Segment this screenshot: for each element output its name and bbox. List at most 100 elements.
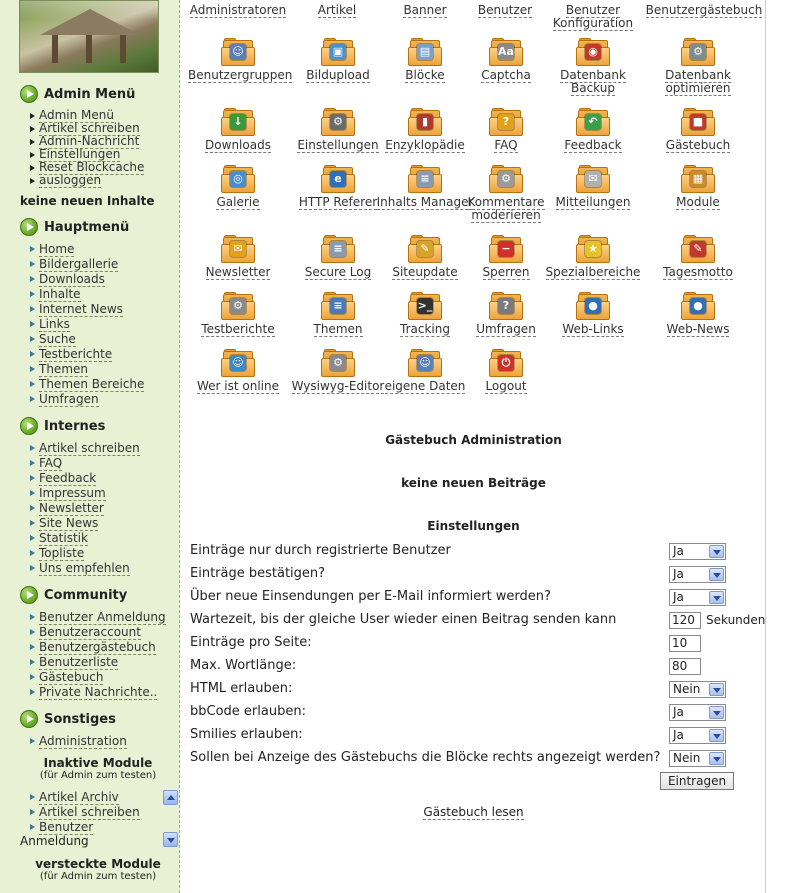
admin-link-administrators[interactable]: Administratoren bbox=[183, 3, 293, 18]
admin-link-user-guestbook[interactable]: Benutzergästebuch bbox=[644, 3, 764, 18]
sidebar-item-feedback[interactable]: Feedback bbox=[30, 471, 140, 486]
sidebar-item-search[interactable]: Suche bbox=[30, 332, 144, 347]
admin-icon-http-referer[interactable]: e HTTP Referer bbox=[288, 165, 388, 210]
setting-label: bbCode erlauben: bbox=[190, 704, 306, 719]
admin-link-user-configuration[interactable]: Benutzer Konfiguration bbox=[538, 3, 648, 31]
setting-select-value: Nein bbox=[673, 682, 701, 696]
setting-select[interactable]: Ja bbox=[669, 727, 726, 744]
setting-select[interactable]: Nein bbox=[669, 681, 726, 698]
admin-icon-special-areas[interactable]: ★ Spezialbereiche bbox=[543, 235, 643, 280]
admin-icon-newsletter[interactable]: ✉ Newsletter bbox=[188, 235, 288, 280]
sidebar-item-user-guestbook[interactable]: Benutzergästebuch bbox=[30, 640, 166, 655]
scroll-down-button[interactable] bbox=[163, 832, 178, 847]
admin-icon-wysiwyg-editor[interactable]: ⚙ Wysiwyg-Editor bbox=[288, 349, 388, 394]
sidebar-item-administration[interactable]: Administration bbox=[30, 734, 127, 749]
admin-icon-feedback[interactable]: ↶ Feedback bbox=[543, 108, 643, 153]
admin-icon-web-links[interactable]: ● Web-Links bbox=[543, 292, 643, 337]
admin-icon-guestbook[interactable]: ■ Gästebuch bbox=[648, 108, 748, 153]
folder-icon: ✎ bbox=[408, 235, 442, 263]
setting-input[interactable]: 10 bbox=[669, 635, 701, 652]
sidebar-item-topic-areas[interactable]: Themen Bereiche bbox=[30, 377, 145, 392]
admin-icon-label: Newsletter bbox=[205, 265, 271, 280]
sidebar-item-newsletter[interactable]: Newsletter bbox=[30, 501, 140, 516]
setting-select[interactable]: Ja bbox=[669, 704, 726, 721]
admin-icon-settings[interactable]: ⚙ Einstellungen bbox=[288, 108, 388, 153]
setting-input[interactable]: 120 bbox=[669, 612, 701, 629]
inactive-item-write-article[interactable]: Artikel schreiben bbox=[30, 805, 140, 820]
admin-icon-who-online[interactable]: ☺ Wer ist online bbox=[188, 349, 288, 394]
sidebar-item-user-list[interactable]: Benutzerliste bbox=[30, 655, 166, 670]
sidebar-item-internet-news[interactable]: Internet News bbox=[30, 302, 144, 317]
sidebar-item-user-registration[interactable]: Benutzer Anmeldung bbox=[30, 610, 166, 625]
setting-select[interactable]: Ja bbox=[669, 589, 726, 606]
sidebar-item-imprint[interactable]: Impressum bbox=[30, 486, 140, 501]
admin-icon-database-optimize[interactable]: ⚙ Datenbank optimieren bbox=[648, 38, 748, 96]
green-arrow-icon bbox=[20, 218, 38, 236]
admin-icon-gallery[interactable]: ◎ Galerie bbox=[188, 165, 288, 210]
sidebar-item-downloads[interactable]: Downloads bbox=[30, 272, 144, 287]
sidebar-item-toplist[interactable]: Topliste bbox=[30, 546, 140, 561]
chevron-down-icon[interactable] bbox=[709, 752, 724, 765]
chevron-down-icon[interactable] bbox=[709, 591, 724, 604]
sidebar-item-write-article-2[interactable]: Artikel schreiben bbox=[30, 441, 140, 456]
admin-icon-daily-motto[interactable]: ✎ Tagesmotto bbox=[648, 235, 748, 280]
chevron-down-icon[interactable] bbox=[709, 568, 724, 581]
submit-button[interactable]: Eintragen bbox=[660, 772, 734, 790]
sidebar-item-home[interactable]: Home bbox=[30, 242, 144, 257]
setting-select[interactable]: Ja bbox=[669, 566, 726, 583]
sidebar-item-content[interactable]: Inhalte bbox=[30, 287, 144, 302]
site-photo bbox=[19, 0, 159, 73]
inactive-item-article-archive[interactable]: Artikel Archiv bbox=[30, 790, 140, 805]
admin-icon-users[interactable]: ☺ Benutzergruppen bbox=[188, 38, 293, 83]
admin-icon-block-user[interactable]: − Sperren bbox=[456, 235, 556, 280]
admin-icon-test-reports[interactable]: ⚙ Testberichte bbox=[188, 292, 288, 337]
chevron-down-icon[interactable] bbox=[709, 706, 724, 719]
sidebar-item-polls[interactable]: Umfragen bbox=[30, 392, 144, 407]
admin-icon-database-backup[interactable]: ◉ Datenbank Backup bbox=[543, 38, 643, 96]
chevron-down-icon[interactable] bbox=[709, 729, 724, 742]
sidebar-item-recommend[interactable]: Uns empfehlen bbox=[30, 561, 140, 576]
sidebar-item-links[interactable]: Links bbox=[30, 317, 144, 332]
users-icon: ☺ bbox=[230, 44, 246, 60]
admin-icon-logout[interactable]: ⏻ Logout bbox=[456, 349, 556, 394]
sidebar-item-user-account[interactable]: Benutzeraccount bbox=[30, 625, 166, 640]
sidebar-item-statistics[interactable]: Statistik bbox=[30, 531, 140, 546]
admin-icon-image-upload[interactable]: ▣ Bildupload bbox=[288, 38, 388, 83]
admin-icon-label: Sperren bbox=[482, 265, 530, 280]
admin-icon-polls[interactable]: ? Umfragen bbox=[456, 292, 556, 337]
inactive-modules-listbox[interactable]: Artikel Archiv Artikel schreiben Benutze… bbox=[20, 790, 178, 850]
chevron-down-icon[interactable] bbox=[709, 545, 724, 558]
inactive-item-user[interactable]: Benutzer bbox=[30, 820, 140, 835]
admin-icon-captcha[interactable]: Aa Captcha bbox=[456, 38, 556, 83]
admin-icon-topics[interactable]: ≡ Themen bbox=[288, 292, 388, 337]
admin-icon-label: Bildupload bbox=[306, 68, 370, 83]
sidebar-item-site-news[interactable]: Site News bbox=[30, 516, 140, 531]
folder-icon: ↓ bbox=[221, 108, 255, 136]
admin-icon-label: Datenbank optimieren bbox=[665, 68, 731, 96]
sidebar-item-faq[interactable]: FAQ bbox=[30, 456, 140, 471]
admin-icon-downloads[interactable]: ↓ Downloads bbox=[188, 108, 288, 153]
sidebar-item-test-reports[interactable]: Testberichte bbox=[30, 347, 144, 362]
sidebar-item-topics[interactable]: Themen bbox=[30, 362, 144, 377]
scroll-up-button[interactable] bbox=[163, 790, 178, 805]
sidebar-item-guestbook[interactable]: Gästebuch bbox=[30, 670, 166, 685]
admin-icon-comments[interactable]: ⚙ Kommentare moderieren bbox=[456, 165, 556, 223]
setting-select[interactable]: Nein bbox=[669, 750, 726, 767]
admin-icon-secure-log[interactable]: ≡ Secure Log bbox=[288, 235, 388, 280]
admin-icon-faq[interactable]: ? FAQ bbox=[456, 108, 556, 153]
admin-icon-web-news[interactable]: ● Web-News bbox=[648, 292, 748, 337]
right-border bbox=[765, 0, 785, 893]
admin-icon-label: FAQ bbox=[494, 138, 518, 153]
sidebar-item-private-messages[interactable]: Private Nachrichte.. bbox=[30, 685, 166, 700]
setting-select[interactable]: Ja bbox=[669, 543, 726, 560]
admin-icon-modules[interactable]: ▦ Module bbox=[648, 165, 748, 210]
admin-icon-label: eigene Daten bbox=[384, 379, 466, 394]
setting-label: Einträge bestätigen? bbox=[190, 566, 326, 581]
inactive-item-overflow-text: Anmeldung bbox=[20, 834, 89, 848]
admin-icon-messages[interactable]: ✉ Mitteilungen bbox=[543, 165, 643, 210]
chevron-down-icon[interactable] bbox=[709, 683, 724, 696]
setting-input[interactable]: 80 bbox=[669, 658, 701, 675]
sidebar-item-logout[interactable]: ausloggen bbox=[30, 173, 144, 188]
read-guestbook-link[interactable]: Gästebuch lesen bbox=[181, 805, 766, 820]
sidebar-item-gallery[interactable]: Bildergallerie bbox=[30, 257, 144, 272]
